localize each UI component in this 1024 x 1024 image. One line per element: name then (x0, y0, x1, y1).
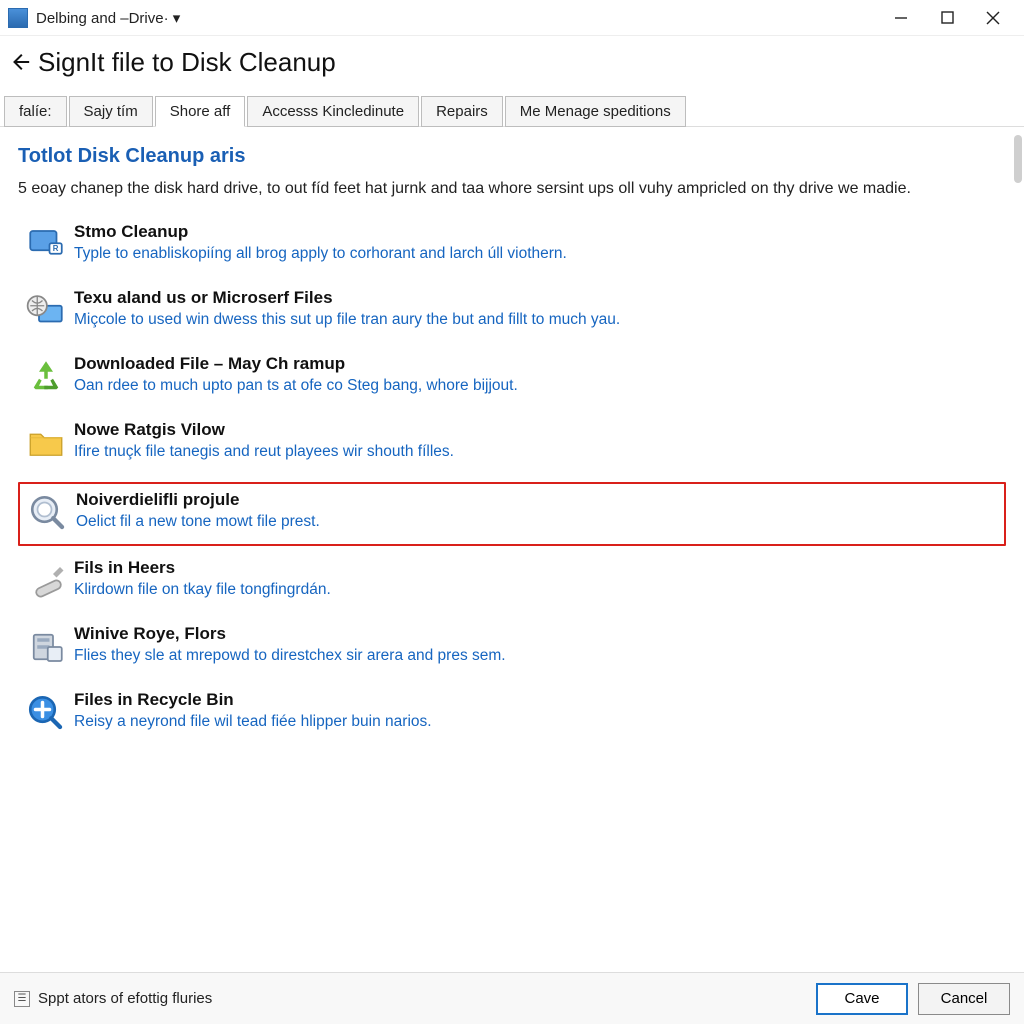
item-description: Reisy a neyrond file wil tead fiée hlipp… (74, 712, 834, 732)
hint-icon: ☰ (14, 991, 30, 1007)
tab-strip: falíe:Sajy tímShore affAccesss Kincledin… (0, 96, 1024, 127)
svg-text:R: R (53, 244, 59, 253)
minimize-icon (894, 11, 908, 25)
cleanup-item-0[interactable]: R Stmo CleanupTyple to enabliskopiíng all… (18, 214, 1006, 280)
pen-cylinder-icon (25, 560, 67, 602)
footer-hint: Sppt ators of efottig fluries (38, 990, 212, 1007)
content-area: Totlot Disk Cleanup aris 5 eoay chanep t… (0, 127, 1024, 987)
close-button[interactable] (970, 3, 1016, 33)
tab-1[interactable]: Sajy tím (69, 96, 153, 127)
item-title: Stmo Cleanup (74, 222, 1002, 242)
item-title: Fils in Heers (74, 558, 1002, 578)
item-title: Downloaded File – May Ch ramup (74, 354, 1002, 374)
cleanup-item-6[interactable]: Winive Roye, FlorsFlies they sle at mrep… (18, 616, 1006, 682)
plus-magnifier-icon (25, 692, 67, 734)
magnifier-icon (27, 492, 69, 534)
globe-screen-icon (25, 290, 67, 332)
cleanup-item-2[interactable]: Downloaded File – May Ch ramupOan rdee t… (18, 346, 1006, 412)
pen-cylinder-icon (25, 560, 67, 602)
save-button[interactable]: Cave (816, 983, 908, 1015)
cleanup-item-1[interactable]: Texu aland us or Microserf FilesMiçcole … (18, 280, 1006, 346)
cancel-button[interactable]: Cancel (918, 983, 1010, 1015)
tab-5[interactable]: Me Menage speditions (505, 96, 686, 127)
item-title: Winive Roye, Flors (74, 624, 1002, 644)
folder-icon (25, 422, 67, 464)
window-title: Delbing and –Drive· ▾ (36, 9, 180, 27)
tab-0[interactable]: falíe: (4, 96, 67, 127)
minimize-button[interactable] (878, 3, 924, 33)
folder-icon (25, 422, 67, 464)
item-title: Texu aland us or Microserf Files (74, 288, 1002, 308)
item-title: Nowe Ratgis Vilow (74, 420, 1002, 440)
page-title: SignIt file to Disk Cleanup (38, 47, 336, 78)
magnifier-icon (27, 492, 69, 534)
item-title: Files in Recycle Bin (74, 690, 1002, 710)
back-arrow-icon (9, 51, 31, 73)
item-title: Noiverdielifli projule (76, 490, 1000, 510)
recycle-arrows-icon (25, 356, 67, 398)
maximize-button[interactable] (924, 3, 970, 33)
section-heading: Totlot Disk Cleanup aris (18, 145, 1006, 168)
cleanup-item-7[interactable]: Files in Recycle BinReisy a neyrond file… (18, 682, 1006, 748)
back-button[interactable] (4, 46, 36, 78)
computer-monitor-icon: R (25, 224, 67, 266)
recycle-arrows-icon (25, 356, 67, 398)
item-description: Klirdown file on tkay file tongfingrdán. (74, 580, 834, 600)
footer-bar: ☰ Sppt ators of efottig fluries Cave Can… (0, 972, 1024, 1024)
scrollbar[interactable] (1014, 135, 1022, 183)
item-description: Typle to enabliskopiíng all brog apply t… (74, 244, 834, 264)
globe-screen-icon (25, 290, 67, 332)
close-icon (986, 11, 1000, 25)
cleanup-item-3[interactable]: Nowe Ratgis VilowIfire tnuçk file tanegi… (18, 412, 1006, 478)
cleanup-item-4[interactable]: Noiverdielifli projuleOelict fil a new t… (18, 482, 1006, 546)
tab-4[interactable]: Repairs (421, 96, 503, 127)
section-description: 5 eoay chanep the disk hard drive, to ou… (18, 178, 958, 200)
app-icon (8, 8, 28, 28)
maximize-icon (941, 11, 954, 24)
page-header: SignIt file to Disk Cleanup (0, 36, 1024, 96)
disk-stack-icon (25, 626, 67, 668)
computer-monitor-icon: R (25, 224, 67, 266)
item-description: Flies they sle at mrepowd to direstchex … (74, 646, 834, 666)
title-bar: Delbing and –Drive· ▾ (0, 0, 1024, 36)
item-description: Ifire tnuçk file tanegis and reut playee… (74, 442, 834, 462)
item-description: Oan rdee to much upto pan ts at ofe co S… (74, 376, 834, 396)
cleanup-item-5[interactable]: Fils in HeersKlirdown file on tkay file … (18, 550, 1006, 616)
disk-stack-icon (25, 626, 67, 668)
cleanup-item-list: R Stmo CleanupTyple to enabliskopiíng all… (18, 214, 1006, 748)
item-description: Oelict fil a new tone mowt file prest. (76, 512, 836, 532)
tab-2[interactable]: Shore aff (155, 96, 246, 127)
tab-3[interactable]: Accesss Kincledinute (247, 96, 419, 127)
item-description: Miçcole to used win dwess this sut up fi… (74, 310, 834, 330)
plus-magnifier-icon (25, 692, 67, 734)
